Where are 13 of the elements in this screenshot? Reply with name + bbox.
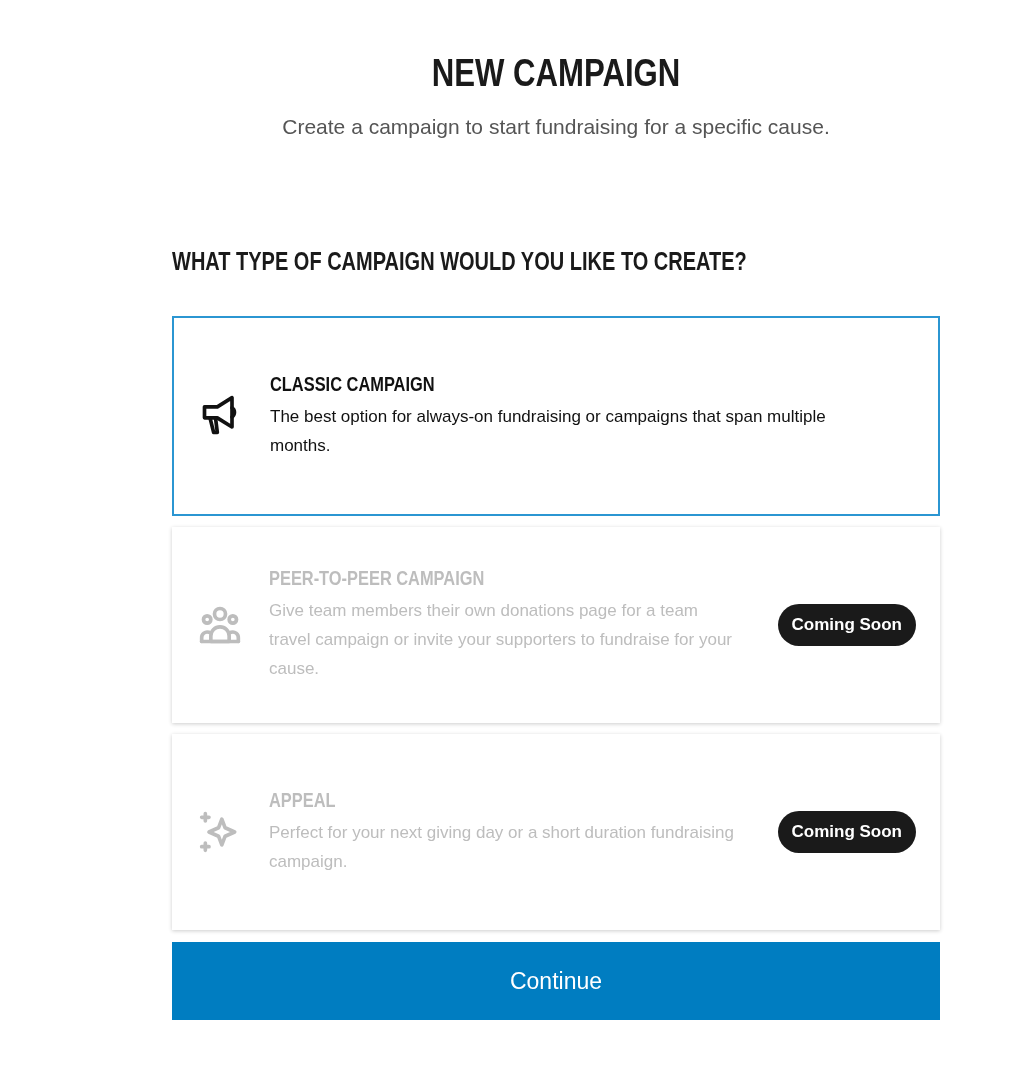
- option-title: APPEAL: [269, 788, 337, 812]
- option-title: CLASSIC CAMPAIGN: [270, 372, 436, 396]
- option-title: PEER-TO-PEER CAMPAIGN: [269, 567, 486, 590]
- page-title: NEW CAMPAIGN: [430, 52, 682, 95]
- option-description: Give team members their own donations page for a team travel campaign or invite your supporters to fundraise for your cause.: [269, 600, 733, 680]
- coming-soon-badge: Coming Soon: [777, 604, 916, 646]
- continue-button[interactable]: Continue: [172, 942, 940, 1020]
- coming-soon-badge: Coming Soon: [777, 811, 916, 853]
- option-description: Perfect for your next giving day or a short duration fundraising campaign.: [269, 821, 735, 873]
- option-description: The best option for always-on fundraising or campaigns that span multiple months.: [270, 405, 827, 457]
- page-subtitle: Create a campaign to start fundraising for a specific cause.: [281, 115, 831, 139]
- campaign-option-card[interactable]: CLASSIC CAMPAIGN The best option for always-on fundraising or campaigns that span multiple months.: [172, 316, 940, 516]
- question-heading: WHAT TYPE OF CAMPAIGN WOULD YOU LIKE TO CREATE?: [172, 247, 748, 276]
